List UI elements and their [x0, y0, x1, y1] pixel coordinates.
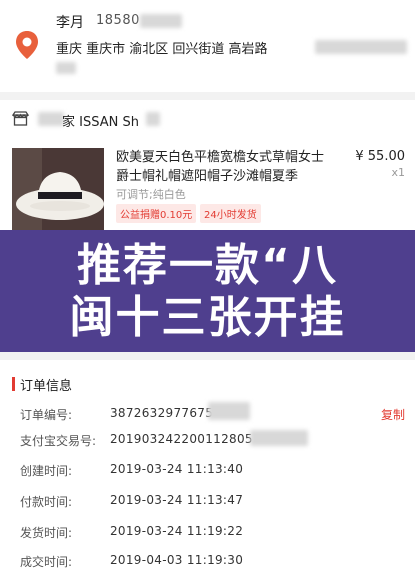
order-detail-screen: 李月 18580 重庆 重庆市 渝北区 回兴街道 高岩路 家 ISSAN Sh	[0, 0, 415, 576]
order-row: 订单编号: 3872632977675 复制	[0, 402, 415, 432]
product-spec: 可调节;纯白色	[116, 188, 186, 201]
blurred-redaction	[140, 14, 182, 28]
shipped-time-value: 2019-03-24 11:19:22	[110, 524, 244, 538]
created-time-value: 2019-03-24 11:13:40	[110, 462, 244, 476]
alipay-trade-label: 支付宝交易号:	[20, 434, 97, 448]
product-price: ¥ 55.00	[355, 149, 405, 164]
product-image[interactable]	[12, 148, 104, 230]
blurred-redaction	[146, 112, 160, 126]
paid-time-value: 2019-03-24 11:13:47	[110, 493, 244, 507]
completed-time-value: 2019-04-03 11:19:30	[110, 553, 244, 567]
shop-row[interactable]: 家 ISSAN Sh	[0, 100, 415, 140]
blurred-redaction	[250, 430, 308, 446]
section-accent-bar	[12, 377, 15, 391]
product-quantity: x1	[391, 166, 405, 179]
blurred-redaction	[56, 62, 76, 74]
order-info-section: 订单信息 订单编号: 3872632977675 复制 支付宝交易号: 2019…	[0, 360, 415, 576]
charity-tag: 公益捐赠0.10元	[116, 204, 197, 223]
shop-name: 家 ISSAN Sh	[62, 115, 139, 130]
banner-text-line-2: 闽十三张开挂	[69, 292, 346, 343]
order-number-value: 3872632977675	[110, 406, 214, 420]
created-time-label: 创建时间:	[20, 464, 73, 478]
blurred-redaction	[208, 402, 250, 420]
separator	[0, 92, 415, 100]
product-item[interactable]: 欧美夏天白色平檐宽檐女式草帽女士爵士帽礼帽遮阳帽子沙滩帽夏季 ¥ 55.00 x…	[0, 140, 415, 230]
blurred-redaction	[38, 112, 64, 126]
order-info-title: 订单信息	[20, 379, 73, 394]
blurred-redaction	[315, 40, 407, 54]
promo-banner: 推荐一款“八 闽十三张开挂	[0, 230, 415, 352]
order-row: 支付宝交易号: 201903242200112805	[0, 430, 415, 458]
product-title: 欧美夏天白色平檐宽檐女式草帽女士爵士帽礼帽遮阳帽子沙滩帽夏季	[116, 150, 325, 184]
recipient-phone: 18580	[96, 13, 140, 28]
completed-time-label: 成交时间:	[20, 555, 73, 569]
location-pin-icon	[16, 31, 38, 59]
separator	[0, 352, 415, 360]
shipping-address-card[interactable]: 李月 18580 重庆 重庆市 渝北区 回兴街道 高岩路	[0, 0, 415, 92]
banner-text-line-1: 推荐一款“八	[77, 240, 338, 291]
paid-time-label: 付款时间:	[20, 495, 73, 509]
shipped-time-label: 发货时间:	[20, 526, 73, 540]
recipient-name: 李月	[56, 15, 84, 31]
shipping-tag: 24小时发货	[200, 204, 261, 223]
shop-icon	[12, 111, 29, 126]
hat-image	[12, 148, 104, 230]
order-row: 付款时间: 2019-03-24 11:13:47	[0, 493, 415, 519]
copy-button[interactable]: 复制	[381, 406, 405, 423]
order-row: 创建时间: 2019-03-24 11:13:40	[0, 462, 415, 488]
order-row: 成交时间: 2019-04-03 11:19:30	[0, 553, 415, 576]
address-line-1: 重庆 重庆市 渝北区 回兴街道 高岩路	[56, 42, 268, 57]
order-row: 发货时间: 2019-03-24 11:19:22	[0, 524, 415, 550]
alipay-trade-value: 201903242200112805	[110, 432, 253, 446]
order-number-label: 订单编号:	[20, 408, 73, 422]
